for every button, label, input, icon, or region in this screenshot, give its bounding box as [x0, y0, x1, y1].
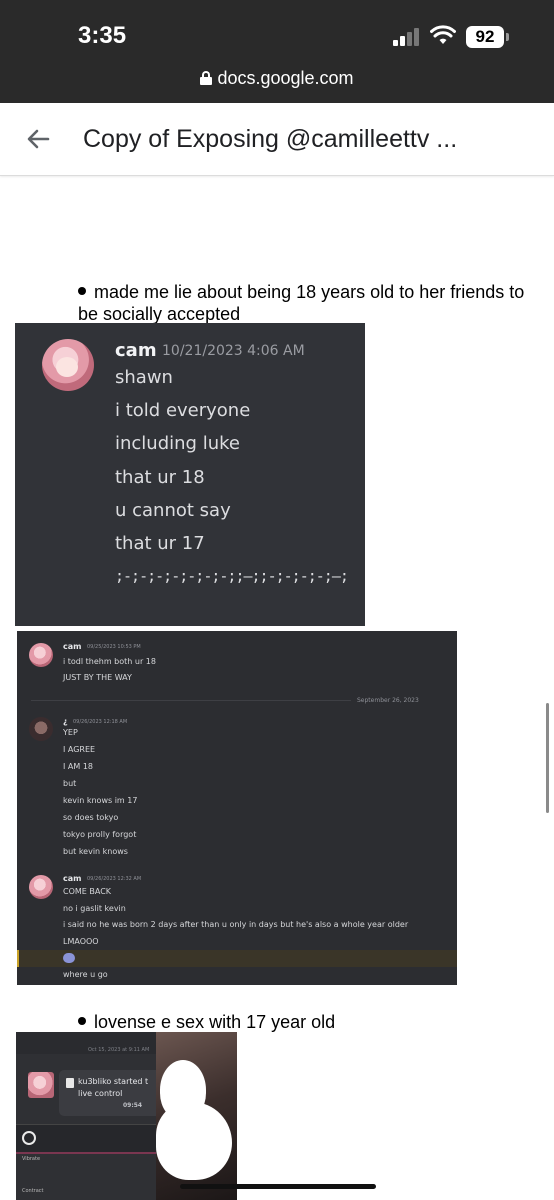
- username: cam: [63, 642, 82, 651]
- message: so does tokyo: [63, 813, 119, 822]
- timestamp: 09/26/2023 12:18 AM: [73, 719, 128, 725]
- divider: [16, 1152, 176, 1154]
- date-divider: September 26, 2023: [357, 697, 419, 704]
- screenshot-3: Oct 15, 2023 at 9:11 AM ku3bliko started…: [16, 1032, 237, 1200]
- clock: 3:35: [78, 22, 127, 49]
- avatar: [29, 875, 53, 899]
- avatar: [29, 643, 53, 667]
- message: JUST BY THE WAY: [63, 673, 132, 682]
- discord-screenshot-2: cam 09/25/2023 10:53 PM i todl thehm bot…: [17, 631, 457, 985]
- message: I AGREE: [63, 745, 96, 754]
- message: COME BACK: [63, 887, 112, 896]
- message: including luke: [115, 433, 240, 454]
- message: LMAOOO: [63, 937, 99, 946]
- censor-overlay: [156, 1102, 232, 1180]
- timestamp: 09/26/2023 12:32 AM: [87, 876, 142, 882]
- scrollbar[interactable]: [546, 703, 549, 813]
- message: u cannot say: [115, 500, 231, 521]
- control-label: Vibrate: [22, 1156, 41, 1162]
- control-label: Contract: [22, 1188, 44, 1194]
- control-bar: [16, 1124, 176, 1152]
- live-control-card: ku3bliko started t live control 09:54: [59, 1070, 163, 1116]
- back-arrow-icon[interactable]: [22, 123, 54, 155]
- bullet-item: made me lie about being 18 years old to …: [78, 281, 538, 325]
- card-text-line: ku3bliko started t: [78, 1077, 149, 1086]
- home-indicator[interactable]: [180, 1184, 376, 1189]
- bullet-item: lovense e sex with 17 year old: [78, 1011, 538, 1033]
- avatar: [29, 717, 53, 741]
- wifi-icon: [430, 25, 456, 44]
- bullet-text: lovense e sex with 17 year old: [94, 1012, 336, 1032]
- status-bar: 3:35 92 docs.google.com: [0, 0, 554, 103]
- doc-header: Copy of Exposing @camilleettv ...: [0, 103, 554, 176]
- username: ¿: [63, 717, 68, 726]
- message: YEP: [63, 728, 78, 737]
- bullet-icon: [78, 287, 86, 295]
- date-divider-line: [31, 700, 351, 701]
- lock-icon: [200, 71, 213, 85]
- avatar: [42, 339, 94, 391]
- date-label: Oct 15, 2023 at 9:11 AM: [88, 1047, 150, 1053]
- message: that ur 18: [115, 467, 205, 488]
- highlighted-message-row: [17, 950, 457, 967]
- power-icon: [22, 1131, 36, 1145]
- cellular-signal-icon: [393, 28, 423, 46]
- battery-indicator: 92: [466, 26, 509, 48]
- message: where u go: [63, 970, 108, 979]
- timestamp: 09/25/2023 10:53 PM: [87, 644, 141, 650]
- message: tokyo prolly forgot: [63, 830, 137, 839]
- document-title: Copy of Exposing @camilleettv ...: [83, 125, 458, 153]
- message: i said no he was born 2 days after than …: [63, 920, 409, 929]
- card-text: ku3bliko started t live control: [78, 1076, 148, 1100]
- message: that ur 17: [115, 533, 205, 554]
- message: no i gaslit kevin: [63, 904, 126, 913]
- message: but: [63, 779, 77, 788]
- url-bar[interactable]: docs.google.com: [0, 68, 554, 89]
- card-time: 09:54: [123, 1102, 143, 1109]
- message-emote-text: ;-;-;-;-;-;-;-;;—;;-;-;-;-;—;: [115, 567, 349, 585]
- avatar: [28, 1072, 54, 1098]
- emoji-icon: [63, 953, 75, 963]
- username: cam: [63, 874, 82, 883]
- card-text-line: live control: [78, 1089, 123, 1098]
- discord-screenshot-1: cam 10/21/2023 4:06 AM shawn i told ever…: [15, 323, 365, 626]
- message: kevin knows im 17: [63, 796, 138, 805]
- timestamp: 10/21/2023 4:06 AM: [162, 343, 305, 359]
- message: I AM 18: [63, 762, 93, 771]
- bullet-text: made me lie about being 18 years old to …: [78, 282, 525, 324]
- message: but kevin knows: [63, 847, 128, 856]
- message: i todl thehm both ur 18: [63, 657, 156, 666]
- document-icon: [66, 1078, 74, 1088]
- message: shawn: [115, 367, 173, 388]
- username: cam: [115, 340, 157, 361]
- bullet-icon: [78, 1017, 86, 1025]
- message: i told everyone: [115, 400, 251, 421]
- url-text: docs.google.com: [217, 68, 354, 88]
